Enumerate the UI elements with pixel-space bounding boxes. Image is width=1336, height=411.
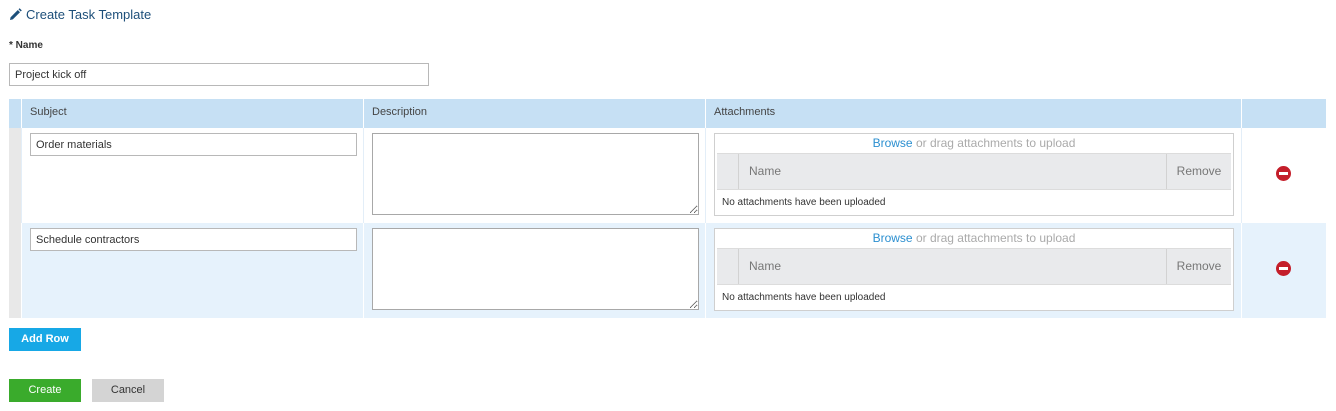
attachment-name-header: Name — [739, 154, 1167, 189]
attachment-select-column — [717, 154, 739, 189]
create-button[interactable]: Create — [9, 379, 81, 402]
browse-link[interactable]: Browse — [873, 136, 913, 150]
column-header-attachments: Attachments — [706, 99, 1242, 128]
attachment-empty-message: No attachments have been uploaded — [717, 189, 1231, 213]
page-title: Create Task Template — [9, 7, 151, 22]
column-header-description: Description — [364, 99, 706, 128]
attachment-drop-hint: Browse or drag attachments to upload — [715, 229, 1233, 248]
attachment-drop-hint: Browse or drag attachments to upload — [715, 134, 1233, 153]
row-drag-handle[interactable] — [9, 223, 22, 318]
page-title-text: Create Task Template — [26, 7, 152, 22]
attachment-dropzone[interactable]: Browse or drag attachments to upload Nam… — [714, 133, 1234, 216]
table-row: Browse or drag attachments to upload Nam… — [9, 223, 1326, 318]
name-label: * Name — [9, 40, 43, 51]
task-grid: Subject Description Attachments Browse o… — [9, 99, 1326, 318]
attachment-remove-header: Remove — [1176, 164, 1222, 178]
subject-cell — [22, 223, 364, 318]
actions-cell — [1242, 223, 1326, 318]
grid-header: Subject Description Attachments — [9, 99, 1326, 128]
grid-header-handle — [9, 99, 22, 128]
drag-hint-text: or drag attachments to upload — [912, 231, 1076, 245]
add-row-button[interactable]: Add Row — [9, 328, 81, 351]
attachment-dropzone[interactable]: Browse or drag attachments to upload Nam… — [714, 228, 1234, 311]
cancel-button[interactable]: Cancel — [92, 379, 164, 402]
description-cell — [364, 223, 706, 318]
name-field[interactable] — [9, 63, 429, 86]
attachment-empty-message: No attachments have been uploaded — [717, 284, 1231, 308]
drag-hint-text: or drag attachments to upload — [912, 136, 1076, 150]
attachments-cell: Browse or drag attachments to upload Nam… — [706, 128, 1242, 223]
description-textarea[interactable] — [372, 228, 699, 310]
attachment-remove-header: Remove — [1176, 259, 1222, 273]
browse-link[interactable]: Browse — [873, 231, 913, 245]
description-textarea[interactable] — [372, 133, 699, 215]
attachment-table-header: Name Remove — [717, 248, 1231, 284]
subject-input[interactable] — [30, 133, 357, 156]
remove-row-icon[interactable] — [1276, 261, 1291, 276]
description-cell — [364, 128, 706, 223]
attachment-name-header: Name — [739, 249, 1167, 284]
attachment-table-header: Name Remove — [717, 153, 1231, 189]
pencil-icon — [9, 8, 22, 21]
column-header-actions — [1242, 99, 1326, 128]
table-row: Browse or drag attachments to upload Nam… — [9, 128, 1326, 223]
row-drag-handle[interactable] — [9, 128, 22, 223]
actions-cell — [1242, 128, 1326, 223]
attachment-select-column — [717, 249, 739, 284]
subject-cell — [22, 128, 364, 223]
remove-row-icon[interactable] — [1276, 166, 1291, 181]
column-header-subject: Subject — [22, 99, 364, 128]
attachments-cell: Browse or drag attachments to upload Nam… — [706, 223, 1242, 318]
subject-input[interactable] — [30, 228, 357, 251]
